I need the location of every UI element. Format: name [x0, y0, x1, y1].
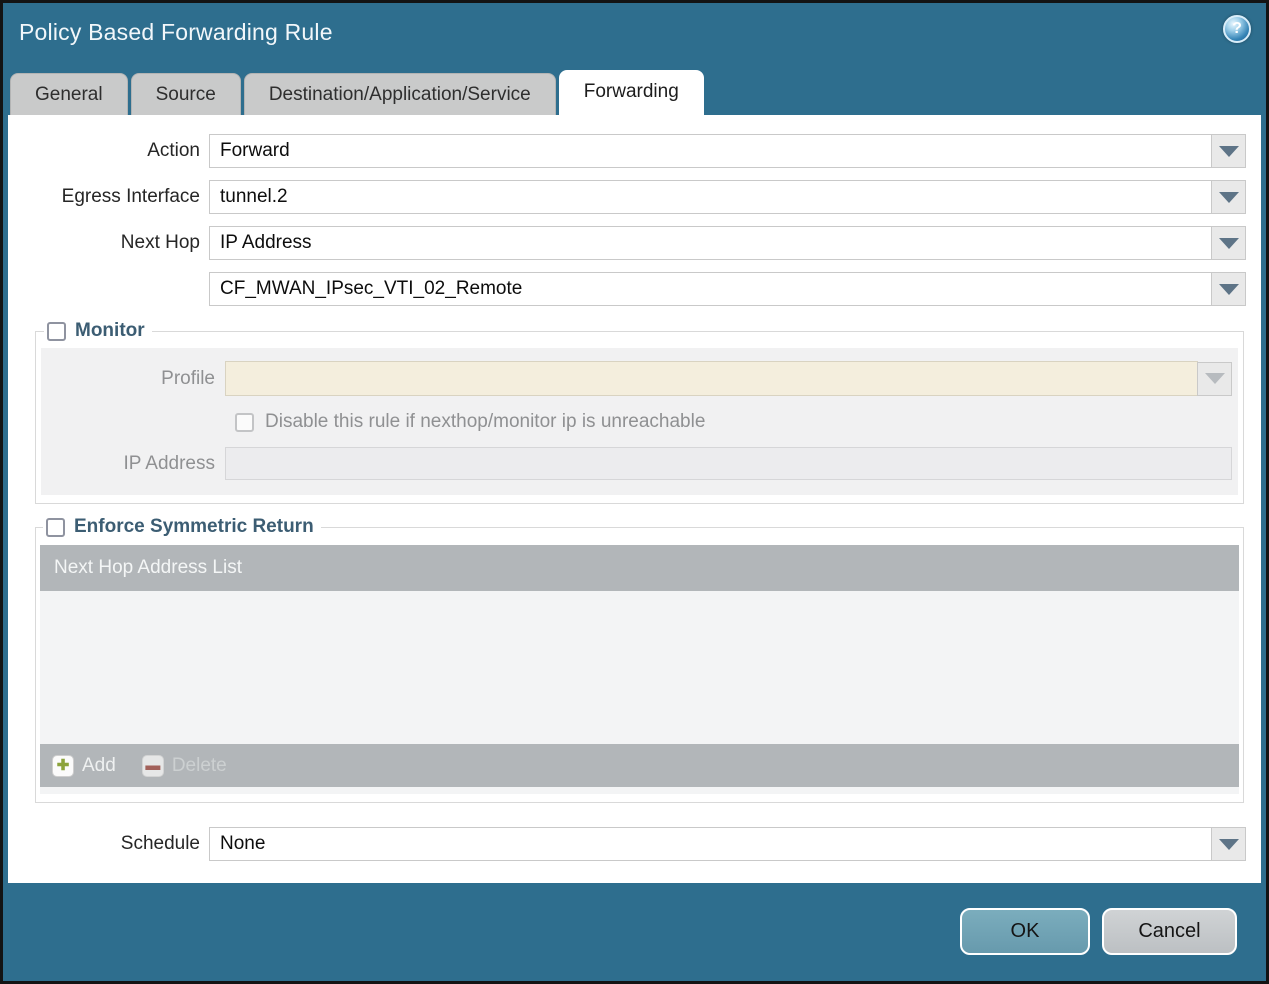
profile-label: Profile	[161, 367, 215, 389]
chevron-down-icon	[1218, 283, 1239, 295]
next-hop-label: Next Hop	[120, 232, 200, 253]
cancel-button[interactable]: Cancel	[1102, 908, 1237, 955]
chevron-down-icon	[1218, 191, 1239, 203]
chevron-down-icon	[1204, 373, 1225, 384]
chevron-down-icon	[1218, 145, 1239, 157]
dialog-title: Policy Based Forwarding Rule	[19, 19, 333, 45]
add-button-label: Add	[82, 754, 116, 776]
monitor-legend: Monitor	[44, 320, 152, 342]
profile-value	[225, 361, 1198, 396]
chevron-down-icon	[1218, 237, 1239, 249]
action-combo: Forward	[209, 134, 1246, 168]
minus-icon: ▬	[141, 754, 164, 777]
action-value[interactable]: Forward	[209, 134, 1212, 168]
profile-dropdown-button	[1197, 361, 1232, 396]
monitor-panel: Profile Disable this rule if nexthop/mon…	[41, 348, 1238, 495]
monitor-fieldset: Monitor Profile Disable this rule if nex…	[35, 320, 1244, 504]
egress-interface-row: Egress Interface tunnel.2	[8, 180, 1246, 214]
monitor-checkbox[interactable]	[47, 321, 66, 341]
disable-rule-checkbox	[235, 412, 254, 432]
tab-general[interactable]: General	[10, 73, 128, 115]
next-hop-address-list-table: Next Hop Address List ✚ Add ▬ Delete	[40, 545, 1239, 794]
next-hop-address-value[interactable]: CF_MWAN_IPsec_VTI_02_Remote	[209, 272, 1212, 306]
forwarding-tab-panel: Action Forward Egress Interface tunnel.2…	[8, 115, 1261, 883]
next-hop-address-dropdown-button[interactable]	[1211, 272, 1246, 306]
symmetric-return-legend: Enforce Symmetric Return	[43, 516, 321, 538]
tab-forwarding[interactable]: Forwarding	[558, 70, 704, 115]
next-hop-address-combo: CF_MWAN_IPsec_VTI_02_Remote	[209, 272, 1246, 306]
monitor-ip-address-row: IP Address	[41, 447, 1232, 480]
schedule-row: Schedule None	[8, 827, 1246, 861]
egress-interface-combo: tunnel.2	[209, 180, 1246, 214]
disable-rule-label: Disable this rule if nexthop/monitor ip …	[265, 411, 706, 432]
delete-button-label: Delete	[171, 754, 227, 776]
next-hop-address-row: CF_MWAN_IPsec_VTI_02_Remote	[8, 272, 1246, 306]
table-header: Next Hop Address List	[40, 545, 1239, 591]
table-footer: ✚ Add ▬ Delete	[40, 744, 1239, 787]
egress-interface-label: Egress Interface	[61, 186, 200, 207]
chevron-down-icon	[1218, 838, 1239, 850]
action-row: Action Forward	[8, 134, 1246, 168]
profile-row: Profile	[41, 361, 1232, 396]
action-dropdown-button[interactable]	[1211, 134, 1246, 168]
next-hop-value[interactable]: IP Address	[209, 226, 1212, 260]
egress-interface-value[interactable]: tunnel.2	[209, 180, 1212, 214]
monitor-legend-label: Monitor	[75, 320, 145, 341]
table-bottom-strip	[40, 787, 1239, 794]
plus-icon: ✚	[52, 754, 74, 777]
table-body	[40, 591, 1239, 744]
tab-destination-application-service[interactable]: Destination/Application/Service	[243, 73, 556, 115]
tab-source[interactable]: Source	[130, 73, 241, 115]
symmetric-return-checkbox[interactable]	[46, 517, 65, 537]
delete-button: ▬ Delete	[141, 754, 227, 777]
ok-button[interactable]: OK	[960, 908, 1090, 955]
next-hop-dropdown-button[interactable]	[1211, 226, 1246, 260]
disable-rule-row: Disable this rule if nexthop/monitor ip …	[235, 411, 1232, 433]
help-icon[interactable]: ?	[1223, 15, 1251, 43]
schedule-combo: None	[209, 827, 1246, 861]
schedule-label: Schedule	[120, 833, 200, 854]
action-label: Action	[147, 140, 200, 161]
symmetric-return-legend-label: Enforce Symmetric Return	[74, 516, 314, 537]
egress-interface-dropdown-button[interactable]	[1211, 180, 1246, 214]
next-hop-combo: IP Address	[209, 226, 1246, 260]
tab-bar: General Source Destination/Application/S…	[3, 68, 1266, 115]
schedule-dropdown-button[interactable]	[1211, 827, 1246, 861]
next-hop-row: Next Hop IP Address	[8, 226, 1246, 260]
symmetric-return-fieldset: Enforce Symmetric Return Next Hop Addres…	[35, 516, 1244, 803]
monitor-ip-address-label: IP Address	[123, 452, 215, 474]
schedule-value[interactable]: None	[209, 827, 1212, 861]
monitor-ip-address-value	[225, 447, 1232, 480]
title-bar: Policy Based Forwarding Rule ?	[3, 3, 1266, 68]
add-button[interactable]: ✚ Add	[52, 754, 116, 777]
policy-based-forwarding-dialog: Policy Based Forwarding Rule ? General S…	[0, 0, 1269, 984]
table-header-label: Next Hop Address List	[54, 557, 242, 578]
